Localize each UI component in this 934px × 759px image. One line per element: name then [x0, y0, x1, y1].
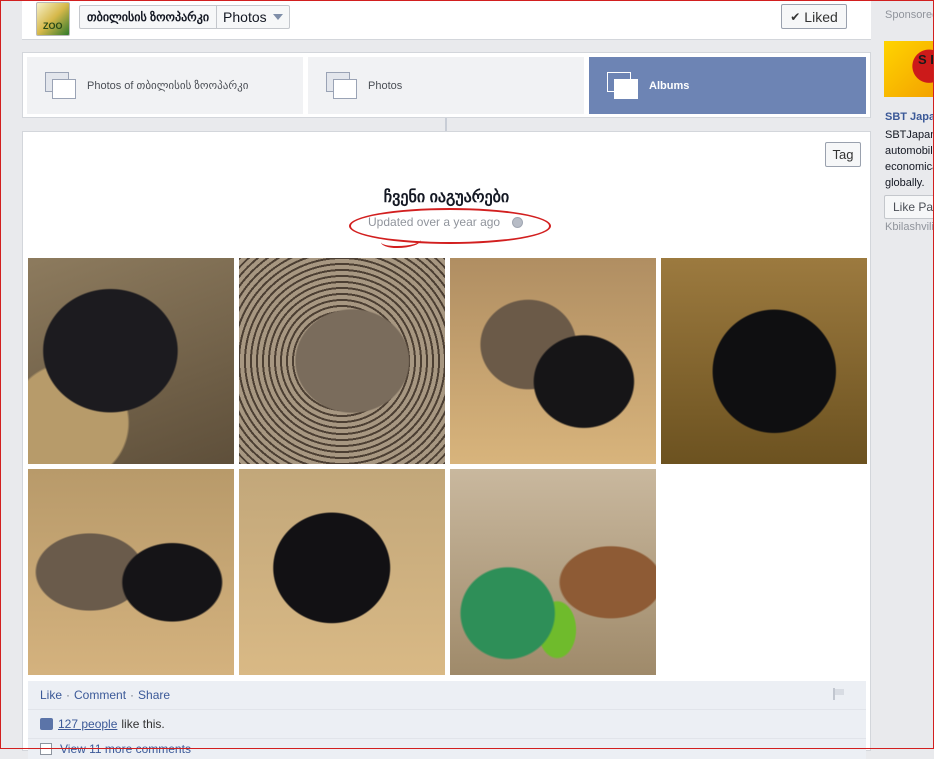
- section-label: Photos: [223, 9, 267, 25]
- page-name-link[interactable]: თბილისის ზოოპარკი: [80, 6, 218, 28]
- ad-line: economical: [885, 161, 934, 173]
- tab-connector: [445, 118, 447, 131]
- comment-icon: [40, 743, 52, 755]
- album-photo[interactable]: [28, 469, 234, 675]
- likes-summary: 127 people like this.: [28, 710, 866, 739]
- right-sidebar: Sponsored S D SBT Japan SBTJapan automob…: [878, 0, 934, 749]
- tab-label: Albums: [649, 79, 690, 92]
- album-photo[interactable]: [450, 469, 656, 675]
- zoo-logo[interactable]: ZOO: [36, 2, 70, 36]
- checkmark-icon: ✔: [790, 9, 801, 24]
- ad-line: globally.: [885, 177, 925, 189]
- chevron-down-icon: [272, 14, 283, 20]
- flag-icon[interactable]: [833, 688, 844, 700]
- red-annotation-circle: [349, 208, 551, 244]
- ad-line: automobile: [885, 145, 934, 157]
- section-dropdown[interactable]: Photos: [217, 6, 289, 28]
- likes-suffix: like this.: [121, 717, 165, 731]
- feedback-actions: Like · Comment · Share: [28, 681, 866, 710]
- likes-people-link[interactable]: 127 people: [58, 717, 117, 731]
- view-more-label: View 11 more comments: [60, 742, 191, 756]
- ad-title[interactable]: SBT Japan: [885, 111, 934, 123]
- photos-icon: [326, 71, 358, 100]
- album-photo[interactable]: [28, 258, 234, 464]
- album-photo[interactable]: [450, 258, 656, 464]
- ad-line: SBTJapan: [885, 129, 934, 141]
- tab-label: Photos: [368, 79, 403, 92]
- thumbs-up-icon: [40, 718, 53, 730]
- tag-button[interactable]: Tag: [825, 142, 861, 167]
- ad-image[interactable]: S D: [884, 41, 934, 97]
- ad-image-text: S D: [918, 52, 934, 67]
- ad-text: SBTJapan automobile economical globally.: [885, 127, 934, 191]
- page-header: ZOO თბილისის ზოოპარკი Photos ✔ Liked: [22, 0, 871, 40]
- sponsored-label: Sponsored: [885, 9, 934, 21]
- liked-button[interactable]: ✔ Liked: [781, 4, 847, 29]
- ad-footer: Kbilashvili: [885, 221, 934, 233]
- breadcrumb: თბილისის ზოოპარკი Photos: [79, 5, 290, 29]
- tab-photos-of-page[interactable]: Photos of თბილისის ზოოპარკი: [27, 57, 303, 114]
- like-page-button[interactable]: Like Page: [884, 195, 934, 219]
- album-icon: [607, 71, 639, 100]
- album-photo[interactable]: [661, 258, 867, 464]
- tab-photos[interactable]: Photos: [308, 57, 584, 114]
- share-link[interactable]: Share: [138, 688, 170, 702]
- photo-tabs: Photos of თბილისის ზოოპარკი Photos Album…: [22, 52, 871, 118]
- album-photo[interactable]: [239, 469, 445, 675]
- photos-icon: [45, 71, 77, 100]
- liked-label: Liked: [804, 8, 838, 25]
- tab-label: Photos of თბილისის ზოოპარკი: [87, 80, 249, 92]
- red-annotation-tail: [381, 234, 421, 248]
- comment-link[interactable]: Comment: [74, 688, 126, 702]
- view-more-comments[interactable]: View 11 more comments: [28, 739, 866, 759]
- album-photo[interactable]: [239, 258, 445, 464]
- album-card: Tag ჩვენი იაგუარები Updated over a year …: [22, 131, 871, 759]
- tab-albums[interactable]: Albums: [589, 57, 866, 114]
- logo-text: ZOO: [43, 21, 63, 31]
- album-title: ჩვენი იაგუარები: [383, 189, 510, 206]
- like-link[interactable]: Like: [40, 688, 62, 702]
